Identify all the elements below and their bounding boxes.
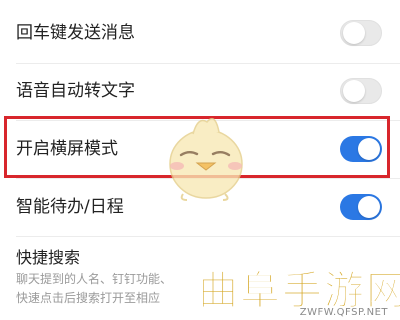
- yellow-chick-mascot-icon: [169, 117, 243, 201]
- toggle-knob: [343, 80, 365, 102]
- quick-search-desc-line2: 快速点击后搜索打开至相应: [16, 291, 161, 305]
- enter-send-toggle[interactable]: [340, 20, 382, 46]
- toggle-knob: [358, 196, 380, 218]
- divider: [16, 236, 400, 237]
- setting-label-smart-todo: 智能待办/日程: [16, 197, 124, 217]
- watermark-url: ZWFW.QFSP.NET: [299, 307, 388, 318]
- toggle-knob: [358, 138, 380, 160]
- toggle-knob: [343, 22, 365, 44]
- quick-search-desc-line1: 聊天提到的人名、钉钉功能、: [16, 272, 173, 286]
- voice-to-text-toggle[interactable]: [340, 78, 382, 104]
- landscape-mode-toggle[interactable]: [340, 136, 382, 162]
- quick-search-title[interactable]: 快捷搜索: [16, 244, 80, 268]
- setting-label-landscape-mode: 开启横屏模式: [16, 139, 118, 159]
- setting-label-enter-send: 回车键发送消息: [16, 23, 135, 43]
- setting-row-enter-send[interactable]: 回车键发送消息: [0, 4, 400, 62]
- smart-todo-toggle[interactable]: [340, 194, 382, 220]
- setting-label-voice-to-text: 语音自动转文字: [16, 81, 135, 101]
